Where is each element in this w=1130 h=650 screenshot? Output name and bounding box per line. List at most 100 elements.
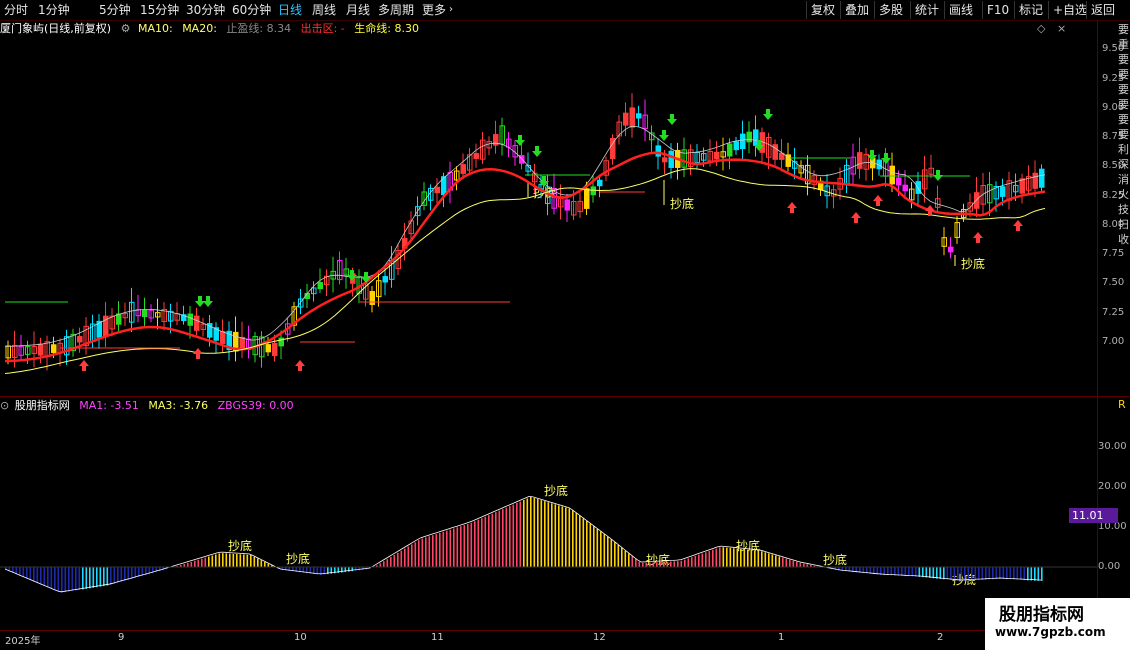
- watermark-logo: 股朋指标网 www.7gpzb.com: [985, 598, 1130, 650]
- candle-body: [116, 313, 122, 325]
- indicator-bar: [568, 508, 571, 567]
- indicator-bar: [36, 567, 39, 584]
- candle-body: [473, 153, 479, 159]
- indicator-bar: [659, 562, 662, 567]
- indicator-bar: [680, 560, 683, 567]
- candle-body: [889, 165, 895, 185]
- candle-body: [51, 344, 57, 353]
- indicator-bar: [621, 547, 623, 567]
- indicator-bar: [533, 498, 536, 567]
- indicator-bar: [561, 506, 564, 567]
- indicator-bar: [208, 556, 210, 567]
- indicator-bar: [554, 504, 557, 567]
- candle-body: [740, 133, 746, 150]
- candle-body: [564, 199, 570, 211]
- indicator-bar: [645, 562, 648, 567]
- candle-body: [434, 186, 440, 194]
- indicator-bar: [628, 553, 630, 567]
- candle-body: [636, 113, 642, 119]
- ma-red-line: [4, 151, 1046, 363]
- chaodi-label: 抄底: [228, 538, 252, 553]
- candle-body: [902, 184, 908, 192]
- buy-arrow-icon: [851, 212, 861, 223]
- indicator-bar: [757, 550, 760, 567]
- indicator-bar: [638, 561, 641, 567]
- indicator-bar: [358, 567, 361, 571]
- sell-arrow-icon: [203, 296, 213, 307]
- candle-body: [714, 151, 720, 160]
- indicator-bar: [939, 567, 942, 579]
- candle-body: [1039, 168, 1045, 188]
- indicator-bar: [488, 515, 490, 567]
- indicator-bar: [26, 567, 28, 579]
- chaodi-label: 抄底: [544, 483, 568, 498]
- indicator-bar: [904, 567, 907, 577]
- buy-arrow-icon: [295, 360, 305, 371]
- indicator-bar: [47, 567, 49, 588]
- indicator-bar: [603, 534, 606, 567]
- indicator-bar: [719, 547, 721, 567]
- indicator-bar: [411, 544, 413, 567]
- indicator-bar: [379, 563, 382, 567]
- indicator-bar: [127, 567, 130, 581]
- indicator-bar: [211, 555, 214, 567]
- watermark-url: www.7gpzb.com: [995, 625, 1106, 639]
- indicator-bar: [243, 554, 245, 567]
- indicator-bar: [775, 555, 777, 567]
- indicator-bar: [236, 554, 238, 567]
- candle-body: [187, 313, 193, 326]
- indicator-bar: [414, 542, 417, 567]
- indicator-bar: [1016, 567, 1019, 580]
- indicator-bar: [712, 549, 714, 567]
- candle-body: [584, 188, 590, 209]
- indicator-bar: [460, 526, 462, 567]
- candle-body: [623, 112, 629, 126]
- indicator-bar: [750, 550, 753, 567]
- candle-body: [142, 309, 148, 318]
- indicator-bar: [575, 513, 578, 567]
- indicator-bar: [33, 567, 35, 582]
- indicator-bar: [215, 554, 217, 567]
- candle-body: [655, 145, 661, 157]
- indicator-bar: [642, 562, 644, 567]
- indicator-bar: [22, 567, 25, 578]
- indicator-bar: [96, 567, 98, 588]
- indicator-bar: [607, 536, 609, 567]
- indicator-bar: [1034, 567, 1036, 581]
- candle-body: [948, 246, 954, 253]
- candle-body: [1019, 178, 1025, 194]
- indicator-bar: [477, 519, 480, 567]
- indicator-bar: [190, 561, 193, 567]
- indicator-bar: [456, 527, 459, 567]
- indicator-bar: [673, 561, 676, 567]
- indicator-bar: [89, 567, 91, 589]
- indicator-bar: [589, 523, 592, 567]
- indicator-bar: [698, 554, 700, 567]
- indicator-bar: [246, 554, 249, 567]
- sell-arrow-icon: [667, 114, 677, 125]
- indicator-bar: [194, 560, 196, 567]
- buy-arrow-icon: [193, 348, 203, 359]
- kline-chart[interactable]: 抄底 抄底 抄底 抄底 抄底 抄底 抄底 抄底 抄底 抄底: [0, 0, 1130, 650]
- indicator-bar: [120, 567, 123, 583]
- indicator-bar: [953, 567, 956, 581]
- candle-body: [220, 331, 226, 345]
- indicator-bar: [715, 548, 718, 567]
- candle-body: [77, 336, 83, 343]
- indicator-bar: [722, 547, 725, 567]
- indicator-bar: [964, 567, 966, 581]
- indicator-bar: [537, 499, 539, 567]
- indicator-bar: [439, 532, 441, 567]
- indicator-bar: [960, 567, 963, 581]
- indicator-bar: [393, 554, 396, 567]
- sell-arrow-icon: [763, 109, 773, 120]
- indicator-bar: [225, 553, 228, 567]
- indicator-bar: [432, 535, 434, 567]
- indicator-bar: [400, 550, 403, 567]
- indicator-bar: [957, 567, 959, 581]
- indicator-bar: [124, 567, 126, 582]
- indicator-bar: [687, 558, 690, 567]
- indicator-bar: [551, 503, 553, 567]
- indicator-bar: [915, 567, 917, 577]
- candle-body: [317, 282, 323, 290]
